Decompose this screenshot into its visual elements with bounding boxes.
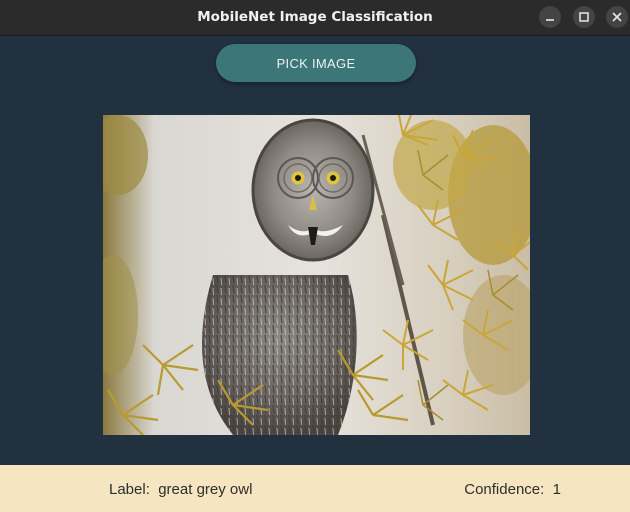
- close-button[interactable]: [606, 6, 628, 28]
- app-window: MobileNet Image Classification PICK IMAG…: [0, 0, 630, 512]
- maximize-button[interactable]: [573, 6, 595, 28]
- result-bar: Label: great grey owl Confidence: 1: [0, 465, 630, 512]
- minimize-icon: [546, 19, 554, 21]
- title-bar[interactable]: MobileNet Image Classification: [0, 0, 630, 36]
- maximize-icon: [579, 12, 589, 22]
- window-title: MobileNet Image Classification: [197, 9, 433, 25]
- pick-image-button[interactable]: PICK IMAGE: [216, 44, 416, 82]
- confidence-group: Confidence: 1: [464, 481, 561, 498]
- image-preview: [103, 115, 530, 435]
- minimize-button[interactable]: [539, 6, 561, 28]
- close-icon: [612, 12, 622, 22]
- label-group: Label: great grey owl: [109, 481, 252, 498]
- label-caption: Label:: [109, 481, 150, 498]
- confidence-value: 1: [552, 481, 561, 498]
- confidence-caption: Confidence:: [464, 481, 545, 498]
- owl-photo: [103, 115, 530, 435]
- label-value: great grey owl: [158, 481, 253, 498]
